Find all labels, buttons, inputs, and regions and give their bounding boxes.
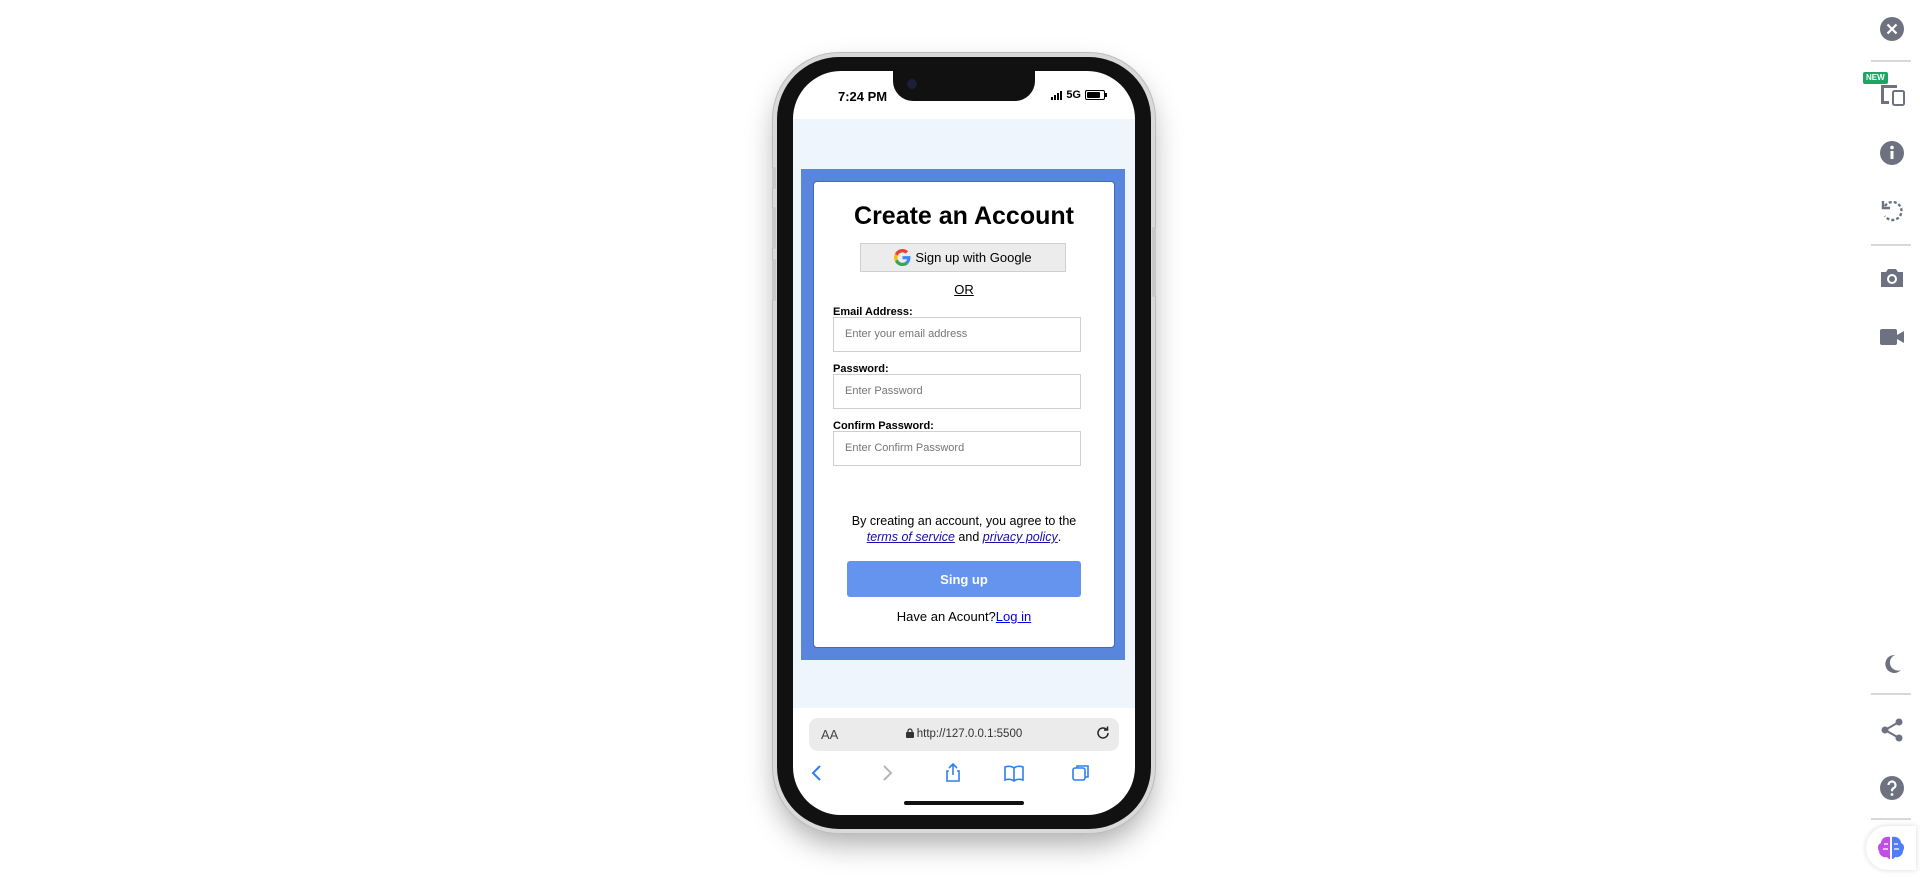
page-title: Create an Account [854,202,1074,230]
forward-icon[interactable] [879,763,895,783]
brain-icon [1877,836,1905,859]
rail-divider [1871,693,1911,695]
signup-card: Create an Account Sign up with Google OR… [813,181,1115,648]
power-button [1152,227,1156,297]
close-button[interactable] [1874,11,1910,47]
share-icon[interactable] [944,763,962,783]
network-label: 5G [1066,89,1081,101]
signal-icon [1051,90,1063,100]
info-button[interactable] [1874,135,1910,171]
status-indicators: 5G [1051,89,1107,101]
browser-toolbar [793,761,1135,791]
info-icon [1880,141,1904,165]
rotate-icon [1881,200,1903,222]
record-video-button[interactable] [1874,319,1910,355]
battery-icon [1085,90,1107,100]
tabs-icon[interactable] [1071,763,1091,783]
password-field[interactable]: Enter Password [833,374,1081,409]
rail-divider [1871,818,1911,820]
login-link[interactable]: Log in [996,609,1031,624]
moon-icon [1885,654,1901,673]
reload-icon[interactable] [1095,725,1111,741]
help-icon [1880,776,1904,800]
back-icon[interactable] [809,763,825,783]
devices-icon [1881,85,1905,106]
confirm-password-field[interactable]: Enter Confirm Password [833,431,1081,466]
dark-mode-button[interactable] [1874,646,1910,682]
privacy-policy-link[interactable]: privacy policy [983,530,1058,544]
help-button[interactable] [1874,770,1910,806]
assistant-button[interactable] [1866,826,1916,870]
share-icon [1881,718,1903,742]
address-bar[interactable]: AA http://127.0.0.1:5500 [809,718,1119,751]
terms-prefix: By creating an account, you agree to the [851,514,1077,528]
mute-switch [772,167,776,189]
home-indicator [904,801,1024,805]
rotate-button[interactable] [1874,193,1910,229]
login-prompt: Have an Acount?Log in [814,609,1114,624]
google-icon [894,249,911,266]
email-field[interactable]: Enter your email address [833,317,1081,352]
terms-and: and [958,530,980,544]
terms-suffix: . [1057,530,1062,544]
video-camera-icon [1880,329,1904,345]
url-text: http://127.0.0.1:5500 [916,728,1023,740]
share-button[interactable] [1874,712,1910,748]
rail-divider [1871,244,1911,246]
bookmarks-icon[interactable] [1003,763,1025,783]
url-display[interactable]: http://127.0.0.1:5500 [809,728,1119,740]
google-signup-button[interactable]: Sign up with Google [860,243,1066,272]
camera-icon [1881,269,1903,287]
terms-text: By creating an account, you agree to the… [814,513,1114,545]
rail-divider [1871,60,1911,62]
google-signup-label: Sign up with Google [915,250,1032,265]
volume-up-button [772,207,776,249]
volume-down-button [772,259,776,301]
new-badge: NEW [1863,72,1888,84]
close-icon [1880,17,1904,41]
signup-button[interactable]: Sing up [847,561,1081,597]
have-account-text: Have an Acount? [896,609,996,624]
lock-icon [905,728,914,738]
notch [893,71,1035,101]
terms-of-service-link[interactable]: terms of service [867,530,955,544]
screenshot-button[interactable] [1874,260,1910,296]
phone-screen: 7:24 PM 5G Create an Account Sign up wit… [793,71,1135,815]
status-time: 7:24 PM [838,89,888,104]
camera-icon [907,79,917,89]
or-divider: OR [954,282,974,297]
phone-frame: 7:24 PM 5G Create an Account Sign up wit… [772,57,1156,829]
